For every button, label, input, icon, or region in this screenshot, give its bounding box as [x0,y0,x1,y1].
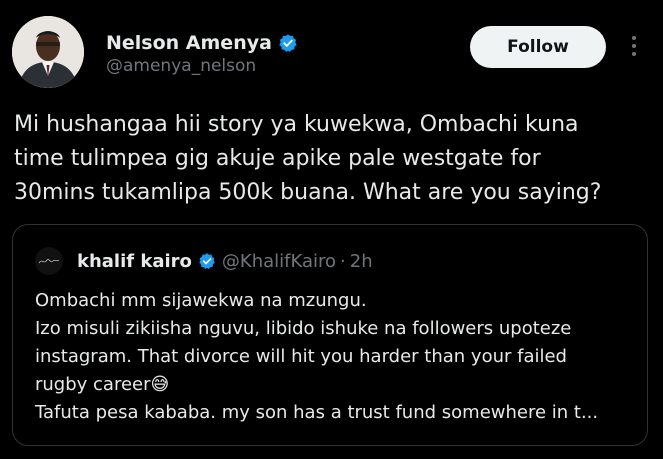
more-vertical-icon[interactable] [624,34,644,58]
quote-author-handle[interactable]: @KhalifKairo [222,251,336,272]
author-name-row: Nelson Amenya [106,32,298,54]
quote-author-name[interactable]: khalif kairo [77,251,192,272]
quote-author-avatar[interactable] [35,247,63,275]
quote-text: Ombachi mm sijawekwa na mzungu. Izo misu… [35,290,599,423]
quote-timestamp[interactable]: 2h [350,251,373,272]
tweet-text: Mi hushangaa hii story ya kuwekwa, Ombac… [14,112,602,205]
author-avatar[interactable] [12,16,84,88]
dot-separator: · [340,250,346,272]
quote-header: khalif kairo @KhalifKairo · 2h [35,247,373,275]
author-name[interactable]: Nelson Amenya [106,32,272,54]
author-handle[interactable]: @amenya_nelson [106,56,256,76]
verified-badge-icon [278,33,298,53]
quoted-tweet-card[interactable]: khalif kairo @KhalifKairo · 2h Ombachi m… [12,224,648,446]
follow-button[interactable]: Follow [470,26,606,68]
verified-badge-icon [198,252,216,270]
